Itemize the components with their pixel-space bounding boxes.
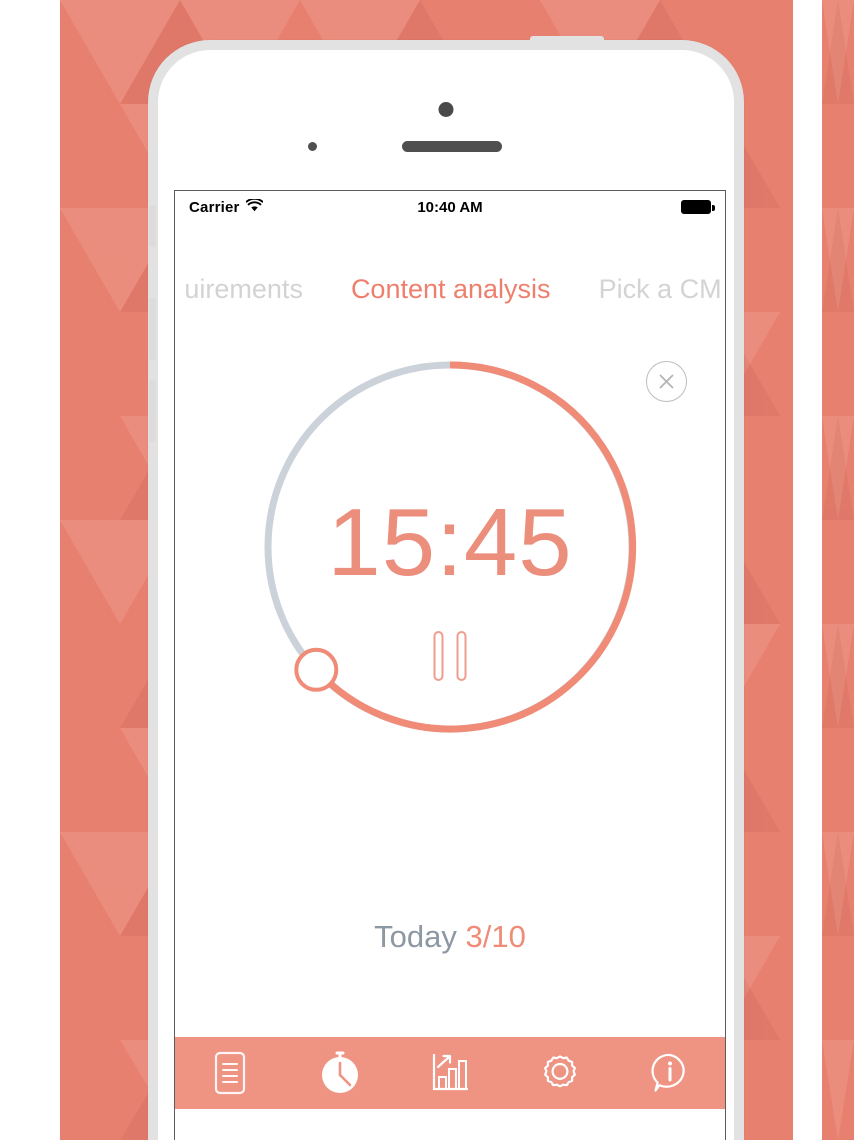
pause-bar-right [456,631,467,681]
status-bar-left: Carrier [189,197,263,216]
background-panel-right [822,0,854,1140]
timer-display: 15:45 [327,489,573,596]
volume-up-button[interactable] [149,298,156,360]
power-button[interactable] [530,36,604,46]
tab-content-analysis[interactable]: Content analysis [351,274,551,305]
today-progress: Today 3/10 [175,919,725,955]
volume-down-button[interactable] [149,380,156,442]
document-list-icon [212,1051,248,1095]
tabbar-item-tasks[interactable] [175,1037,285,1109]
bottom-tab-bar [175,1037,725,1109]
today-count: 3/10 [465,919,526,954]
proximity-sensor [308,142,317,151]
low-poly-pattern-right [822,0,854,1140]
section-tab-strip: uirements Content analysis Pick a CM [175,223,725,319]
info-bubble-icon [648,1051,692,1095]
tab-requirements[interactable]: uirements [184,274,303,305]
pause-bar-left [433,631,444,681]
tabbar-item-stats[interactable] [395,1037,505,1109]
gear-icon [538,1051,582,1095]
battery-full-icon [681,200,715,214]
carrier-label: Carrier [189,198,240,216]
timer-clock-icon [318,1051,362,1095]
camera-dot [438,102,454,117]
today-label: Today [374,919,457,954]
timer-screen: 15:45 Today 3/10 [175,319,725,1109]
screenshot-canvas: Carrier 10:40 AM uirements Content analy… [0,0,854,1140]
status-bar: Carrier 10:40 AM [175,191,725,223]
close-circle-icon[interactable] [646,361,687,402]
wifi-icon [245,197,263,216]
status-bar-right [681,200,715,214]
progress-handle [294,647,339,692]
tabbar-item-timer[interactable] [285,1037,395,1109]
phone-device-mockup: Carrier 10:40 AM uirements Content analy… [148,36,744,1140]
pause-icon[interactable] [433,631,467,681]
tabbar-item-settings[interactable] [505,1037,615,1109]
mute-switch[interactable] [149,205,156,247]
earpiece-speaker [402,141,502,152]
tab-pick-a-cms[interactable]: Pick a CM [599,274,722,305]
tabbar-item-info[interactable] [615,1037,725,1109]
bar-chart-arrow-icon [429,1051,471,1095]
phone-screen: Carrier 10:40 AM uirements Content analy… [174,190,726,1140]
